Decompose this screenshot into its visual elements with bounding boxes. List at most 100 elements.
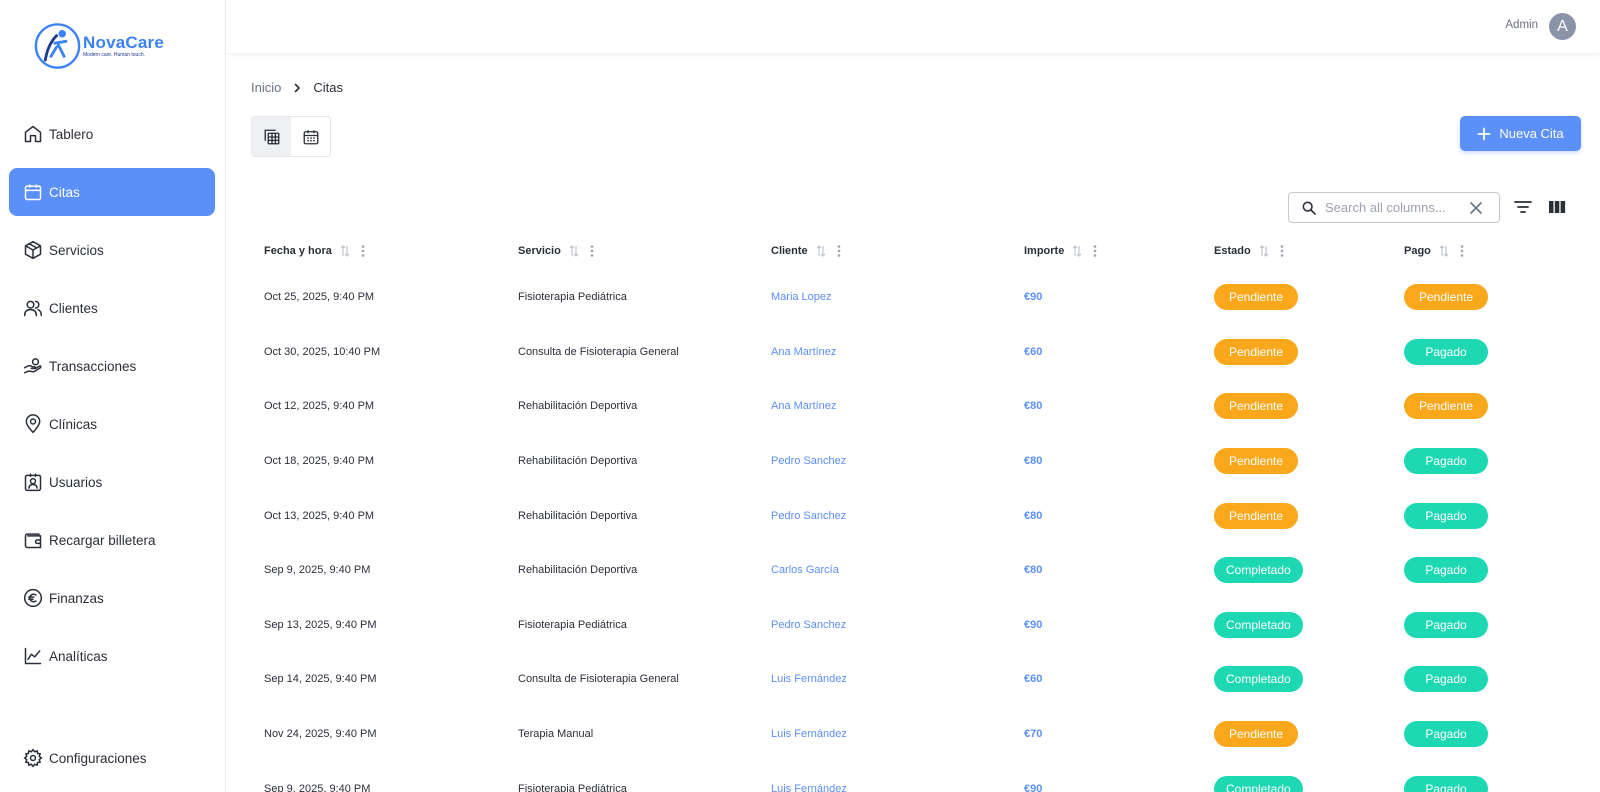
table-row[interactable]: Sep 14, 2025, 9:40 PM Consulta de Fisiote… bbox=[251, 652, 1581, 707]
breadcrumb-home[interactable]: Inicio bbox=[251, 80, 281, 95]
breadcrumb: Inicio Citas bbox=[251, 80, 343, 95]
sidebar-item-recargar-billetera[interactable]: Recargar billetera bbox=[9, 516, 215, 564]
search-icon bbox=[1302, 201, 1316, 215]
more-vertical-icon[interactable] bbox=[834, 244, 844, 258]
sidebar-item-clientes[interactable]: Clientes bbox=[9, 284, 215, 332]
table-row[interactable]: Oct 12, 2025, 9:40 PM Rehabilitación Depo… bbox=[251, 379, 1581, 434]
column-header-fecha[interactable]: Fecha y hora bbox=[251, 244, 505, 258]
sidebar-item-label: Recargar billetera bbox=[49, 532, 156, 548]
more-vertical-icon[interactable] bbox=[1457, 244, 1467, 258]
brand-logo[interactable]: NovaCare Modern care. Human touch. bbox=[34, 20, 164, 72]
sidebar-item-analiticas[interactable]: Analíticas bbox=[9, 632, 215, 680]
cell-payment: Pagado bbox=[1391, 448, 1581, 475]
sidebar-nav: Tablero Citas Servicios Clientes Transac… bbox=[9, 110, 215, 690]
cell-status: Pendiente bbox=[1201, 338, 1391, 365]
client-link[interactable]: Ana Martínez bbox=[771, 346, 836, 358]
sidebar-item-servicios[interactable]: Servicios bbox=[9, 226, 215, 274]
sidebar-item-label: Tablero bbox=[49, 126, 94, 142]
column-header-importe[interactable]: Importe bbox=[1011, 244, 1201, 258]
column-header-cliente[interactable]: Cliente bbox=[758, 244, 1011, 258]
cell-service: Rehabilitación Deportiva bbox=[518, 455, 638, 468]
table-row[interactable]: Oct 30, 2025, 10:40 PM Consulta de Fisiot… bbox=[251, 325, 1581, 380]
client-link[interactable]: Carlos García bbox=[771, 564, 839, 576]
avatar[interactable]: A bbox=[1549, 13, 1576, 40]
cell-status: Completado bbox=[1201, 666, 1391, 693]
sort-icon[interactable] bbox=[816, 245, 826, 257]
table-view-button[interactable] bbox=[252, 117, 291, 156]
sidebar-bottom: Configuraciones bbox=[9, 746, 215, 780]
client-link[interactable]: Luis Fernández bbox=[771, 673, 847, 685]
cell-amount: €70 bbox=[1011, 728, 1201, 740]
search-input[interactable] bbox=[1325, 200, 1465, 215]
table-row[interactable]: Oct 25, 2025, 9:40 PM Fisioterapia Pediát… bbox=[251, 270, 1581, 325]
sidebar-item-clinicas[interactable]: Clínicas bbox=[9, 400, 215, 448]
client-link[interactable]: Ana Martínez bbox=[771, 400, 836, 412]
more-vertical-icon[interactable] bbox=[1090, 244, 1100, 258]
sidebar-item-label: Servicios bbox=[49, 242, 104, 258]
close-icon[interactable] bbox=[1469, 201, 1483, 215]
more-vertical-icon[interactable] bbox=[1277, 244, 1287, 258]
sort-icon[interactable] bbox=[1072, 245, 1082, 257]
table-row[interactable]: Nov 24, 2025, 9:40 PM Terapia Manual Luis … bbox=[251, 707, 1581, 762]
calendar-icon bbox=[24, 184, 42, 201]
sidebar-item-configuraciones[interactable]: Configuraciones bbox=[9, 746, 215, 770]
table-row[interactable]: Sep 9, 2025, 9:40 PM Rehabilitación Depor… bbox=[251, 543, 1581, 598]
client-link[interactable]: Luis Fernández bbox=[771, 728, 847, 740]
cell-payment: Pagado bbox=[1391, 557, 1581, 584]
status-badge: Completado bbox=[1214, 666, 1303, 693]
sort-icon[interactable] bbox=[1439, 245, 1449, 257]
column-header-servicio[interactable]: Servicio bbox=[505, 244, 758, 258]
sidebar-item-finanzas[interactable]: Finanzas bbox=[9, 574, 215, 622]
status-badge: Pendiente bbox=[1214, 338, 1298, 365]
amount-value: €80 bbox=[1024, 455, 1043, 468]
calendar-view-button[interactable] bbox=[291, 117, 330, 156]
amount-value: €80 bbox=[1024, 509, 1043, 522]
table-view-icon bbox=[264, 129, 279, 144]
more-vertical-icon[interactable] bbox=[587, 244, 597, 258]
new-appointment-button[interactable]: Nueva Cita bbox=[1460, 116, 1581, 151]
column-header-label: Servicio bbox=[518, 245, 561, 257]
client-link[interactable]: Maria Lopez bbox=[771, 291, 832, 303]
more-vertical-icon[interactable] bbox=[358, 244, 368, 258]
client-link[interactable]: Pedro Sanchez bbox=[771, 619, 846, 631]
user-name[interactable]: Admin bbox=[1505, 19, 1538, 31]
cell-status: Pendiente bbox=[1201, 393, 1391, 420]
sidebar-item-citas[interactable]: Citas bbox=[9, 168, 215, 216]
sort-icon[interactable] bbox=[340, 245, 350, 257]
sidebar-item-tablero[interactable]: Tablero bbox=[9, 110, 215, 158]
cell-client: Luis Fernández bbox=[758, 783, 1011, 792]
payment-badge: Pendiente bbox=[1404, 284, 1488, 311]
client-link[interactable]: Pedro Sanchez bbox=[771, 510, 846, 522]
sort-icon[interactable] bbox=[1259, 245, 1269, 257]
search-box bbox=[1288, 192, 1500, 223]
table-row[interactable]: Sep 9, 2025, 9:40 PM Fisioterapia Pediátr… bbox=[251, 761, 1581, 792]
columns-icon[interactable] bbox=[1547, 197, 1567, 217]
cell-status: Pendiente bbox=[1201, 721, 1391, 748]
cell-client: Maria Lopez bbox=[758, 291, 1011, 303]
topbar: Admin A bbox=[226, 0, 1600, 53]
cell-service: Fisioterapia Pediátrica bbox=[518, 782, 627, 792]
column-header-pago[interactable]: Pago bbox=[1391, 244, 1581, 258]
client-link[interactable]: Pedro Sanchez bbox=[771, 455, 846, 467]
column-header-estado[interactable]: Estado bbox=[1201, 244, 1391, 258]
cell-client: Pedro Sanchez bbox=[758, 510, 1011, 522]
cell-client: Luis Fernández bbox=[758, 673, 1011, 685]
filter-icon[interactable] bbox=[1513, 198, 1533, 216]
cell-date: Oct 25, 2025, 9:40 PM bbox=[264, 291, 375, 304]
cell-service: Rehabilitación Deportiva bbox=[518, 564, 638, 577]
table-row[interactable]: Oct 18, 2025, 9:40 PM Rehabilitación Depo… bbox=[251, 434, 1581, 489]
users-icon bbox=[23, 300, 43, 317]
sidebar-item-label: Usuarios bbox=[49, 474, 103, 490]
cell-payment: Pendiente bbox=[1391, 393, 1581, 420]
cell-status: Completado bbox=[1201, 611, 1391, 638]
cell-service: Consulta de Fisioterapia General bbox=[518, 673, 679, 686]
sort-icon[interactable] bbox=[569, 245, 579, 257]
client-link[interactable]: Luis Fernández bbox=[771, 783, 847, 792]
sidebar-item-usuarios[interactable]: Usuarios bbox=[9, 458, 215, 506]
table-row[interactable]: Sep 13, 2025, 9:40 PM Fisioterapia Pediát… bbox=[251, 598, 1581, 653]
sidebar-item-transacciones[interactable]: Transacciones bbox=[9, 342, 215, 390]
amount-value: €70 bbox=[1024, 728, 1043, 741]
cell-amount: €80 bbox=[1011, 455, 1201, 467]
status-badge: Pendiente bbox=[1214, 393, 1298, 420]
table-row[interactable]: Oct 13, 2025, 9:40 PM Rehabilitación Depo… bbox=[251, 488, 1581, 543]
